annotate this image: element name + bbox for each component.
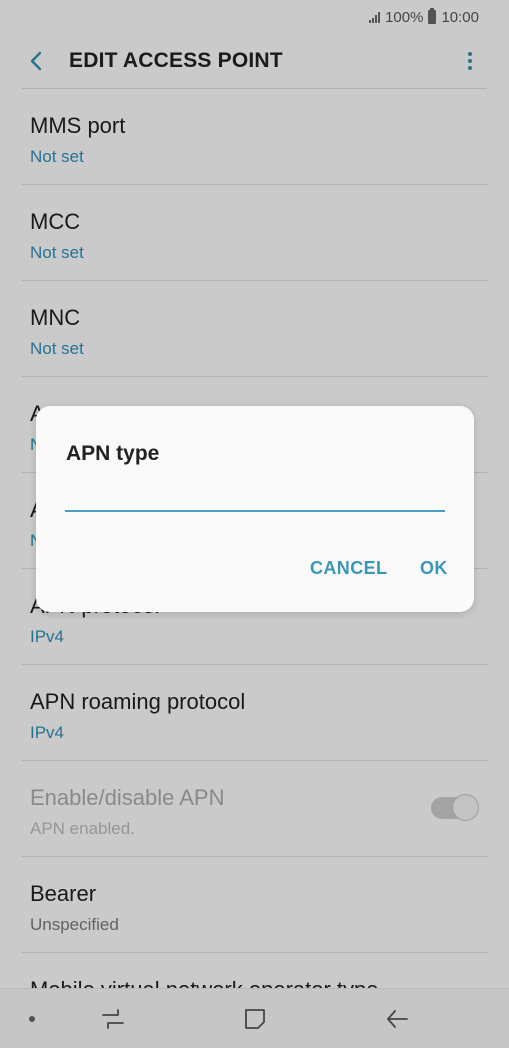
dialog-title: APN type: [66, 442, 160, 465]
screen: 100% 10:00 EDIT ACCESS POINT MMS port No…: [0, 0, 509, 1048]
ok-button[interactable]: OK: [420, 558, 448, 579]
apn-type-dialog: APN type CANCEL OK: [36, 406, 474, 612]
cancel-button[interactable]: CANCEL: [310, 558, 387, 579]
apn-type-input[interactable]: [65, 480, 445, 512]
